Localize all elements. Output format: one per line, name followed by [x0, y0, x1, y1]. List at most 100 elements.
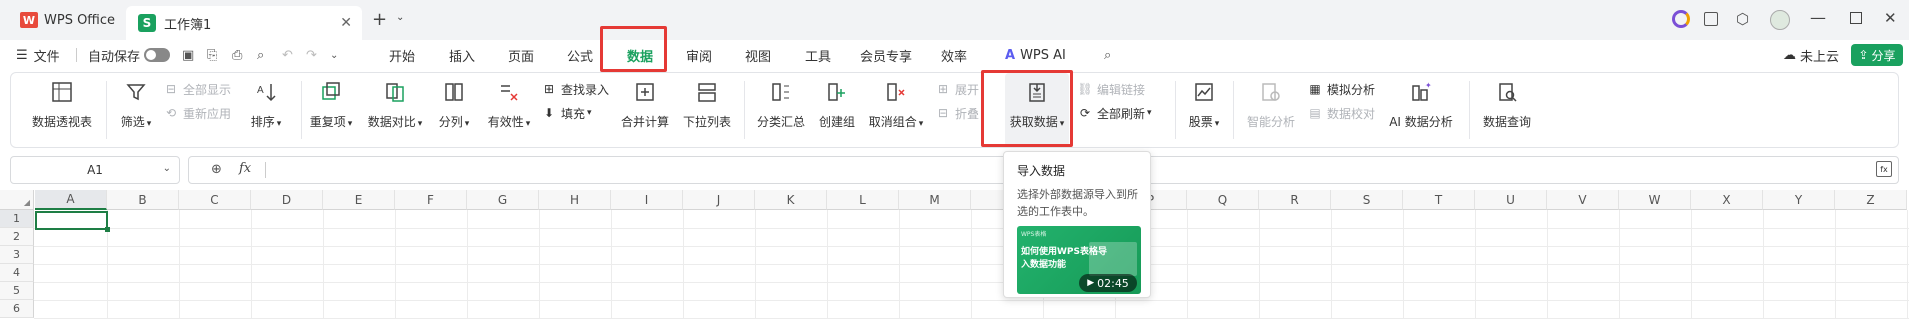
row-header-6[interactable]: 6: [0, 300, 34, 318]
subtotal-button[interactable]: 分类汇总: [753, 73, 809, 130]
undo-icon[interactable]: ↶: [282, 40, 293, 70]
column-header-v[interactable]: V: [1547, 190, 1619, 210]
row-header-1[interactable]: 1: [0, 210, 34, 228]
save-icon[interactable]: ▣: [182, 40, 194, 70]
smart-analysis-button[interactable]: 智能分析: [1243, 73, 1299, 130]
row-header-2[interactable]: 2: [0, 228, 34, 246]
window-layout-icon[interactable]: [1704, 12, 1718, 26]
tab-insert[interactable]: 插入: [449, 40, 475, 70]
column-header-m[interactable]: M: [899, 190, 971, 210]
wps-ai-tab[interactable]: A WPS AI: [1005, 40, 1066, 70]
print-preview-icon[interactable]: ⌕: [257, 40, 264, 70]
column-header-x[interactable]: X: [1691, 190, 1763, 210]
column-header-b[interactable]: B: [107, 190, 179, 210]
restore-icon[interactable]: [1850, 12, 1862, 24]
column-header-z[interactable]: Z: [1835, 190, 1907, 210]
select-all-corner[interactable]: ◢: [0, 190, 34, 210]
close-window-icon[interactable]: ✕: [1884, 9, 1897, 27]
column-header-j[interactable]: J: [683, 190, 755, 210]
tab-formula[interactable]: 公式: [567, 40, 593, 70]
ungroup-button[interactable]: 取消组合 ▾: [865, 73, 927, 130]
selected-cell-a1[interactable]: [35, 211, 108, 230]
duplicates-button[interactable]: 重复项 ▾: [305, 73, 357, 130]
column-header-r[interactable]: R: [1259, 190, 1331, 210]
tab-review[interactable]: 审阅: [686, 40, 712, 70]
tab-workbook[interactable]: S 工作簿1 ✕: [126, 6, 362, 40]
edit-links-button[interactable]: ⛓ 编辑链接: [1077, 79, 1145, 99]
tab-page[interactable]: 页面: [508, 40, 534, 70]
column-header-g[interactable]: G: [467, 190, 539, 210]
stocks-button[interactable]: 股票 ▾: [1183, 73, 1225, 130]
refresh-all-button[interactable]: ⟳ 全部刷新 ▾: [1077, 103, 1152, 123]
tab-member[interactable]: 会员专享: [860, 40, 912, 70]
row-header-4[interactable]: 4: [0, 264, 34, 282]
avatar[interactable]: [1770, 10, 1790, 30]
column-header-s[interactable]: S: [1331, 190, 1403, 210]
ai-data-analysis-button[interactable]: ✦ AI 数据分析: [1385, 73, 1457, 130]
cube-icon[interactable]: ⬡: [1736, 10, 1749, 28]
close-tab-icon[interactable]: ✕: [340, 15, 352, 31]
data-query-button[interactable]: 数据查询: [1477, 73, 1537, 130]
column-header-e[interactable]: E: [323, 190, 395, 210]
tab-home[interactable]: 开始: [389, 40, 415, 70]
tab-tools[interactable]: 工具: [805, 40, 831, 70]
tutorial-video-thumbnail[interactable]: WPS表格 如何使用WPS表格导入数据功能 ▶ 02:45: [1017, 226, 1141, 294]
row-header-3[interactable]: 3: [0, 246, 34, 264]
print-icon[interactable]: ⎙: [232, 40, 242, 70]
column-header-u[interactable]: U: [1475, 190, 1547, 210]
more-chevron-icon[interactable]: ⌄: [330, 40, 338, 70]
row-header-5[interactable]: 5: [0, 282, 34, 300]
dropdown-list-button[interactable]: 下拉列表: [679, 73, 735, 130]
column-header-d[interactable]: D: [251, 190, 323, 210]
pivot-table-button[interactable]: 数据透视表: [29, 73, 95, 130]
search-icon[interactable]: ⌕: [1104, 40, 1111, 70]
consolidate-button[interactable]: 合并计算: [617, 73, 673, 130]
split-button[interactable]: 分列 ▾: [433, 73, 475, 130]
name-box[interactable]: A1 ⌄: [10, 156, 180, 184]
tab-list-chevron-icon[interactable]: ⌄: [396, 12, 404, 23]
file-menu[interactable]: ☰ 文件: [16, 40, 60, 70]
link-icon: ⛓: [1077, 82, 1093, 96]
what-if-analysis-button[interactable]: ▦ 模拟分析: [1307, 79, 1375, 99]
fill-button[interactable]: ⬇ 填充 ▾: [541, 103, 592, 123]
tab-view[interactable]: 视图: [745, 40, 771, 70]
column-header-a[interactable]: A: [35, 190, 107, 210]
lookup-entry-button[interactable]: ⊞ 查找录入: [541, 79, 609, 99]
column-header-h[interactable]: H: [539, 190, 611, 210]
export-icon[interactable]: ⎘: [207, 40, 217, 70]
collapse-button[interactable]: ⊟ 折叠: [935, 103, 979, 123]
column-header-k[interactable]: K: [755, 190, 827, 210]
tab-wps-office[interactable]: W WPS Office: [10, 6, 122, 34]
ai-assistant-icon[interactable]: [1672, 10, 1690, 28]
reapply-button[interactable]: ⟲ 重新应用: [163, 103, 231, 123]
column-header-w[interactable]: W: [1619, 190, 1691, 210]
minimize-icon[interactable]: —: [1810, 8, 1826, 27]
zoom-search-icon[interactable]: ⊕: [211, 162, 222, 177]
name-box-chevron-icon[interactable]: ⌄: [163, 163, 171, 174]
column-header-f[interactable]: F: [395, 190, 467, 210]
fill-handle[interactable]: [105, 227, 110, 232]
column-header-t[interactable]: T: [1403, 190, 1475, 210]
filter-button[interactable]: 筛选 ▾: [115, 73, 157, 130]
sort-button[interactable]: A 排序 ▾: [244, 73, 288, 130]
tab-efficiency[interactable]: 效率: [941, 40, 967, 70]
autosave-toggle[interactable]: 自动保存: [88, 40, 171, 70]
expand-formula-icon[interactable]: fx: [1876, 161, 1892, 177]
validity-button[interactable]: 有效性 ▾: [481, 73, 537, 130]
column-header-l[interactable]: L: [827, 190, 899, 210]
compare-button[interactable]: 数据对比 ▾: [363, 73, 427, 130]
new-tab-button[interactable]: +: [372, 9, 387, 30]
column-header-q[interactable]: Q: [1187, 190, 1259, 210]
fx-icon[interactable]: fx: [239, 161, 251, 176]
create-group-button[interactable]: 创建组: [815, 73, 859, 130]
column-header-y[interactable]: Y: [1763, 190, 1835, 210]
column-header-c[interactable]: C: [179, 190, 251, 210]
toggle-switch[interactable]: [144, 48, 171, 62]
redo-icon[interactable]: ↷: [306, 40, 317, 70]
cloud-status[interactable]: ☁ 未上云: [1783, 40, 1839, 70]
expand-button[interactable]: ⊞ 展开: [935, 79, 979, 99]
data-check-button[interactable]: ▤ 数据校对: [1307, 103, 1375, 123]
share-button[interactable]: ⇪ 分享: [1851, 44, 1903, 66]
show-all-button[interactable]: ⊟ 全部显示: [163, 79, 231, 99]
column-header-i[interactable]: I: [611, 190, 683, 210]
